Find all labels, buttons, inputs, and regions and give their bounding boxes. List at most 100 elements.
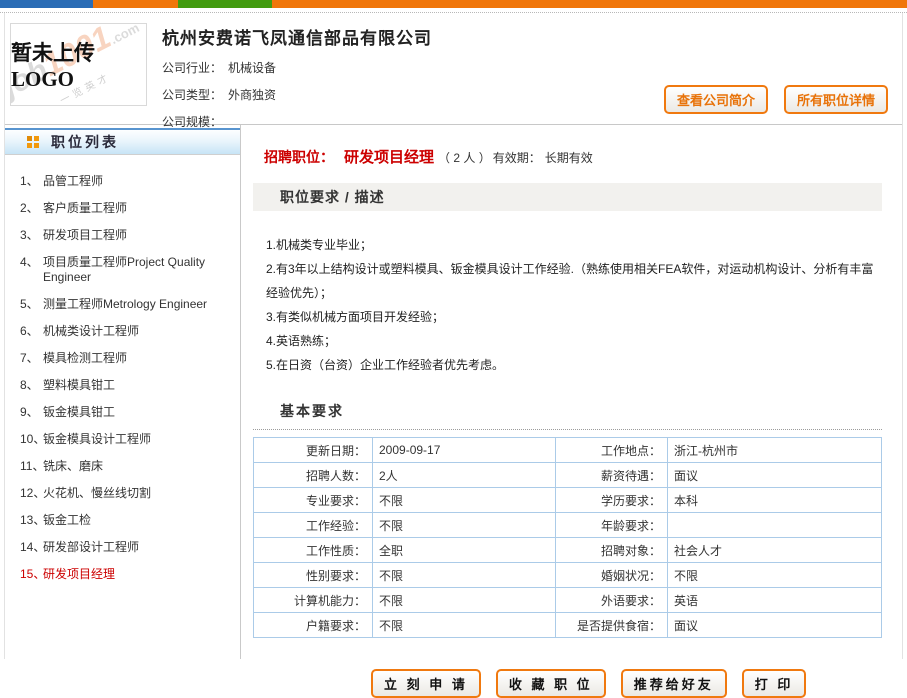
field-value: 不限 — [373, 588, 556, 613]
field-value: 全职 — [373, 538, 556, 563]
field-label: 工作地点： — [556, 438, 668, 463]
table-row: 更新日期： 2009-09-17 工作地点： 浙江-杭州市 — [254, 438, 882, 463]
field-value: 2人 — [373, 463, 556, 488]
company-header: job1001.com 一览英才 暂未上传LOGO 杭州安费诺飞凤通信部品有限公… — [5, 13, 902, 125]
field-label: 招聘人数： — [254, 463, 373, 488]
job-item-number: 7、 — [5, 351, 43, 366]
job-item-number: 10、 — [5, 432, 43, 447]
top-color-bar — [0, 0, 907, 8]
table-row: 工作性质： 全职 招聘对象： 社会人才 — [254, 538, 882, 563]
description-line: 1.机械类专业毕业； — [266, 233, 876, 257]
job-list: 1、品管工程师 2、客户质量工程师 3、研发项目工程师 4、项目质量工程师Pro… — [5, 155, 240, 588]
field-label: 薪资待遇： — [556, 463, 668, 488]
job-item-label: 塑料模具钳工 — [43, 378, 234, 393]
company-industry-row: 公司行业： 机械设备 — [162, 59, 432, 76]
company-industry-value: 机械设备 — [228, 61, 276, 75]
sidebar-job-item-7[interactable]: 7、模具检测工程师 — [5, 345, 240, 372]
job-item-label: 铣床、磨床 — [43, 459, 234, 474]
logo-placeholder-text: 暂未上传LOGO — [11, 37, 146, 92]
sidebar-job-item-14[interactable]: 14、研发部设计工程师 — [5, 534, 240, 561]
body-area: 职位列表 1、品管工程师 2、客户质量工程师 3、研发项目工程师 4、项目质量工… — [5, 125, 902, 659]
company-industry-label: 公司行业： — [162, 61, 222, 75]
sidebar-job-item-1[interactable]: 1、品管工程师 — [5, 168, 240, 195]
basic-requirements-title: 基本要求 — [253, 401, 882, 430]
table-row: 户籍要求： 不限 是否提供食宿： 面议 — [254, 613, 882, 638]
topbar-orange-segment — [93, 0, 178, 8]
job-item-label: 研发项目工程师 — [43, 228, 234, 243]
sidebar-job-item-6[interactable]: 6、机械类设计工程师 — [5, 318, 240, 345]
job-item-label: 品管工程师 — [43, 174, 234, 189]
sidebar-job-item-8[interactable]: 8、塑料模具钳工 — [5, 372, 240, 399]
job-item-number: 4、 — [5, 255, 43, 285]
job-item-label: 钣金工检 — [43, 513, 234, 528]
topbar-orange-segment-long — [272, 0, 907, 8]
field-label: 计算机能力： — [254, 588, 373, 613]
company-info: 杭州安费诺飞凤通信部品有限公司 公司行业：机械设备 公司类型：外商独资 公司规模… — [162, 21, 432, 120]
sidebar-job-item-2[interactable]: 2、客户质量工程师 — [5, 195, 240, 222]
job-list-header: 职位列表 — [5, 128, 240, 155]
view-company-profile-button[interactable]: 查看公司简介 — [664, 85, 768, 114]
apply-now-button[interactable]: 立 刻 申 请 — [371, 669, 481, 698]
action-buttons: 立 刻 申 请 收 藏 职 位 推荐给好友 打 印 — [371, 669, 882, 698]
field-label: 性别要求： — [254, 563, 373, 588]
sidebar-job-item-10[interactable]: 10、钣金模具设计工程师 — [5, 426, 240, 453]
field-value: 不限 — [373, 613, 556, 638]
job-item-number: 1、 — [5, 174, 43, 189]
field-label: 招聘对象： — [556, 538, 668, 563]
sidebar-job-item-5[interactable]: 5、测量工程师Metrology Engineer — [5, 291, 240, 318]
field-value: 面议 — [668, 613, 882, 638]
recommend-to-friend-button[interactable]: 推荐给好友 — [621, 669, 727, 698]
description-line: 5.在日资（台资）企业工作经验者优先考虑。 — [266, 353, 876, 377]
job-item-number: 13、 — [5, 513, 43, 528]
sidebar-job-item-12[interactable]: 12、火花机、慢丝线切割 — [5, 480, 240, 507]
field-value: 本科 — [668, 488, 882, 513]
sidebar-job-item-15-active[interactable]: 15、研发项目经理 — [5, 561, 240, 588]
job-item-number: 5、 — [5, 297, 43, 312]
job-item-label: 项目质量工程师Project Quality Engineer — [43, 255, 234, 285]
sidebar-job-item-4[interactable]: 4、项目质量工程师Project Quality Engineer — [5, 249, 240, 291]
field-label: 工作性质： — [254, 538, 373, 563]
company-size-row: 公司规模： — [162, 113, 432, 130]
job-item-number: 6、 — [5, 324, 43, 339]
sidebar-job-item-9[interactable]: 9、钣金模具钳工 — [5, 399, 240, 426]
sidebar-job-item-13[interactable]: 13、钣金工检 — [5, 507, 240, 534]
company-type-row: 公司类型：外商独资 — [162, 86, 432, 103]
field-label: 户籍要求： — [254, 613, 373, 638]
job-list-sidebar: 职位列表 1、品管工程师 2、客户质量工程师 3、研发项目工程师 4、项目质量工… — [5, 125, 241, 659]
field-label: 年龄要求： — [556, 513, 668, 538]
job-item-number: 14、 — [5, 540, 43, 555]
print-button[interactable]: 打 印 — [742, 669, 807, 698]
field-label: 工作经验： — [254, 513, 373, 538]
job-item-number: 2、 — [5, 201, 43, 216]
description-line: 3.有类似机械方面项目开发经验； — [266, 305, 876, 329]
table-row: 招聘人数： 2人 薪资待遇： 面议 — [254, 463, 882, 488]
description-line: 2.有3年以上结构设计或塑料模具、钣金模具设计工作经验.（熟练使用相关FEA软件… — [266, 257, 876, 305]
sidebar-job-item-11[interactable]: 11、铣床、磨床 — [5, 453, 240, 480]
field-value: 2009-09-17 — [373, 438, 556, 463]
headcount: （ 2 人 ） — [438, 151, 491, 165]
job-item-label: 研发部设计工程师 — [43, 540, 234, 555]
field-label: 外语要求： — [556, 588, 668, 613]
field-value: 社会人才 — [668, 538, 882, 563]
topbar-blue-segment — [0, 0, 93, 8]
field-label: 婚姻状况： — [556, 563, 668, 588]
field-label: 是否提供食宿： — [556, 613, 668, 638]
sidebar-job-item-3[interactable]: 3、研发项目工程师 — [5, 222, 240, 249]
validity-label: 有效期： — [493, 151, 541, 165]
field-label: 专业要求： — [254, 488, 373, 513]
job-title: 研发项目经理 — [344, 149, 434, 166]
job-item-label: 钣金模具设计工程师 — [43, 432, 234, 447]
save-job-button[interactable]: 收 藏 职 位 — [496, 669, 606, 698]
job-item-label: 钣金模具钳工 — [43, 405, 234, 420]
field-value: 英语 — [668, 588, 882, 613]
recruit-position-label: 招聘职位： — [264, 149, 334, 165]
job-item-label: 机械类设计工程师 — [43, 324, 234, 339]
field-label: 学历要求： — [556, 488, 668, 513]
squares-icon — [27, 136, 39, 148]
job-description: 1.机械类专业毕业； 2.有3年以上结构设计或塑料模具、钣金模具设计工作经验.（… — [253, 211, 882, 377]
all-positions-button[interactable]: 所有职位详情 — [784, 85, 888, 114]
table-row: 性别要求： 不限 婚姻状况： 不限 — [254, 563, 882, 588]
job-item-label: 测量工程师Metrology Engineer — [43, 297, 234, 312]
validity-value: 长期有效 — [545, 151, 593, 165]
field-value: 不限 — [373, 563, 556, 588]
